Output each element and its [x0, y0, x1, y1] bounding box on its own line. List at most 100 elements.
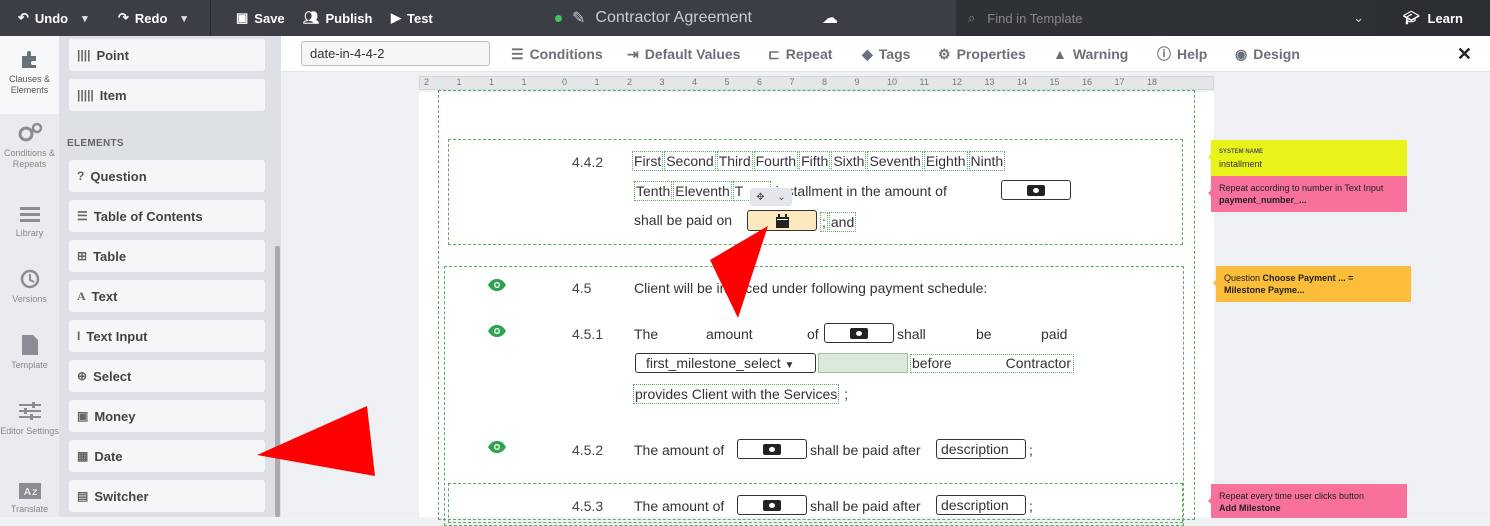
ruler-tick: 15 [1049, 77, 1060, 87]
milestone-value-field[interactable] [818, 353, 908, 373]
chevron-down-icon[interactable]: ⌄ [777, 192, 785, 203]
word: be [976, 326, 992, 342]
money-field[interactable] [737, 495, 807, 515]
pencil-icon[interactable]: ✎ [572, 8, 585, 28]
money-field[interactable] [1001, 180, 1071, 200]
sliders-icon [18, 402, 41, 420]
conditions-button[interactable]: ☰ Conditions [511, 36, 603, 72]
question-condition-note[interactable]: Question Choose Payment ... = Milestone … [1213, 266, 1411, 302]
ruler-tick: 0 [562, 77, 568, 87]
money-icon [1027, 184, 1045, 196]
clause-number: 4.5.1 [572, 326, 604, 342]
item-icon: ||||| [77, 88, 94, 102]
element-switcher[interactable]: ▤ Switcher [69, 480, 265, 512]
repeat-button-note[interactable]: Repeat every time user clicks button Add… [1208, 484, 1407, 518]
ruler-tick: 17 [1114, 77, 1125, 87]
warning-button[interactable]: ▲ Warning [1053, 36, 1128, 72]
rail-versions[interactable]: Versions [0, 268, 59, 305]
undo-button[interactable]: ↶ Undo ▾ [18, 0, 88, 36]
ruler-tick: 13 [984, 77, 995, 87]
close-icon[interactable]: ✕ [1457, 44, 1472, 65]
element-question[interactable]: ? Question [69, 160, 265, 192]
design-button[interactable]: ◉ Design [1235, 36, 1300, 72]
element-item[interactable]: ||||| Item [69, 79, 265, 111]
save-button[interactable]: ▣ Save [236, 0, 285, 36]
element-id-field[interactable]: date-in-4-4-2 [301, 41, 490, 66]
ruler-tick: 1 [594, 77, 600, 87]
money-icon [763, 499, 781, 511]
eye-icon[interactable] [487, 440, 507, 457]
description-field[interactable]: description [936, 495, 1026, 515]
move-icon[interactable]: ✥ [756, 192, 764, 203]
clause-text: ; [1029, 442, 1033, 458]
redo-icon: ↷ [118, 10, 129, 25]
word: shall [897, 326, 926, 342]
ruler: 2 1 1 1 0 1 2 3 4 5 6 7 8 9 10 11 12 13 14 15 16 17 18 [419, 76, 1214, 90]
rail-library[interactable]: Library [0, 204, 59, 239]
list-icon: ☰ [77, 209, 88, 223]
milestone-select[interactable]: first_milestone_select ▼ [635, 353, 816, 373]
separator: ; and [820, 212, 857, 232]
rail-conditions-repeats[interactable]: Conditions & Repeats [0, 122, 59, 170]
money-icon [850, 327, 868, 339]
ruler-tick: 1 [489, 77, 495, 87]
info-icon: ⓘ [1157, 46, 1171, 62]
money-icon [763, 443, 781, 455]
element-select[interactable]: ⊕ Select [69, 360, 265, 392]
learn-button[interactable]: 🎓︎ Learn [1376, 0, 1490, 36]
clause-number: 4.5 [572, 280, 592, 296]
element-date[interactable]: ▦ Date [69, 440, 265, 472]
clause-text: The amount of [634, 498, 725, 514]
help-button[interactable]: ⓘ Help [1157, 36, 1207, 72]
switcher-icon: ▤ [77, 489, 89, 503]
elements-heading: ELEMENTS [67, 138, 124, 149]
element-text-input[interactable]: I Text Input [69, 320, 265, 352]
redo-button[interactable]: ↷ Redo ▾ [118, 0, 187, 36]
test-button[interactable]: ▶ Test [391, 0, 433, 36]
cloud-upload-icon[interactable]: ☁ [822, 8, 838, 28]
top-toolbar: ↶ Undo ▾ ↷ Redo ▾ ▣ Save 👥︎ Publish ▶ Test ✎ Co… [0, 0, 1490, 36]
chevron-down-icon[interactable]: ▾ [82, 12, 88, 25]
rail-template[interactable]: Template [0, 334, 59, 371]
chevron-down-icon[interactable]: ⌄ [1353, 10, 1364, 26]
element-toolbar: date-in-4-4-2 ☰ Conditions ⇥ Default Value… [281, 36, 1490, 72]
properties-button[interactable]: ⚙ Properties [938, 36, 1026, 72]
graduation-cap-icon: 🎓︎ [1403, 10, 1420, 25]
description-field[interactable]: description [936, 439, 1026, 459]
warning-icon: ▲ [1053, 46, 1067, 62]
chevron-down-icon[interactable]: ▾ [181, 12, 187, 25]
element-point[interactable]: |||| Point [69, 39, 265, 71]
element-money[interactable]: ▣ Money [69, 400, 265, 432]
money-field[interactable] [824, 323, 894, 343]
element-table-of-contents[interactable]: ☰ Table of Contents [69, 200, 265, 232]
ruler-tick: 16 [1082, 77, 1093, 87]
publish-button[interactable]: 👥︎ Publish [303, 0, 372, 36]
clause-text: The amount of [634, 442, 725, 458]
repeat-note[interactable]: Repeat according to number in Text Input… [1208, 176, 1407, 212]
money-field[interactable] [737, 439, 807, 459]
eye-icon[interactable] [487, 278, 507, 295]
document-title: ✎ Contractor Agreement ☁ [555, 0, 838, 36]
element-text[interactable]: A Text [69, 280, 265, 312]
ruler-tick: 1 [456, 77, 462, 87]
ordinals-row-1[interactable]: First Second Third Fourth Fifth Sixth Seventh E… [632, 151, 1006, 171]
move-handle[interactable]: ✥ ⌄ [750, 188, 792, 206]
rail-editor-settings[interactable]: Editor Settings [0, 400, 59, 437]
point-icon: |||| [77, 48, 91, 62]
default-values-button[interactable]: ⇥ Default Values [627, 36, 740, 72]
clause-text: ; [1029, 498, 1033, 514]
tag-icon: ◆ [862, 45, 873, 62]
document-page: 4.4.2 First Second Third Fourth Fifth Sixth Se… [419, 90, 1214, 526]
word: amount [706, 326, 753, 342]
tags-button[interactable]: ◆ Tags [862, 36, 910, 72]
system-name-note[interactable]: SYSTEM NAME installment [1208, 140, 1407, 176]
element-table[interactable]: ⊞ Table [69, 240, 265, 272]
rail-clauses-elements[interactable]: Clauses & Elements [0, 36, 59, 114]
repeat-button[interactable]: ⊏ Repeat [768, 36, 832, 72]
find-in-template[interactable]: ⌕ Find in Template ⌄ [956, 0, 1376, 36]
clause-number: 4.4.2 [572, 154, 604, 170]
rail-translate[interactable]: Az Translate [0, 482, 59, 515]
puzzle-icon [21, 51, 36, 68]
eye-icon[interactable] [487, 324, 507, 341]
red-arrow-annotation [257, 406, 375, 476]
